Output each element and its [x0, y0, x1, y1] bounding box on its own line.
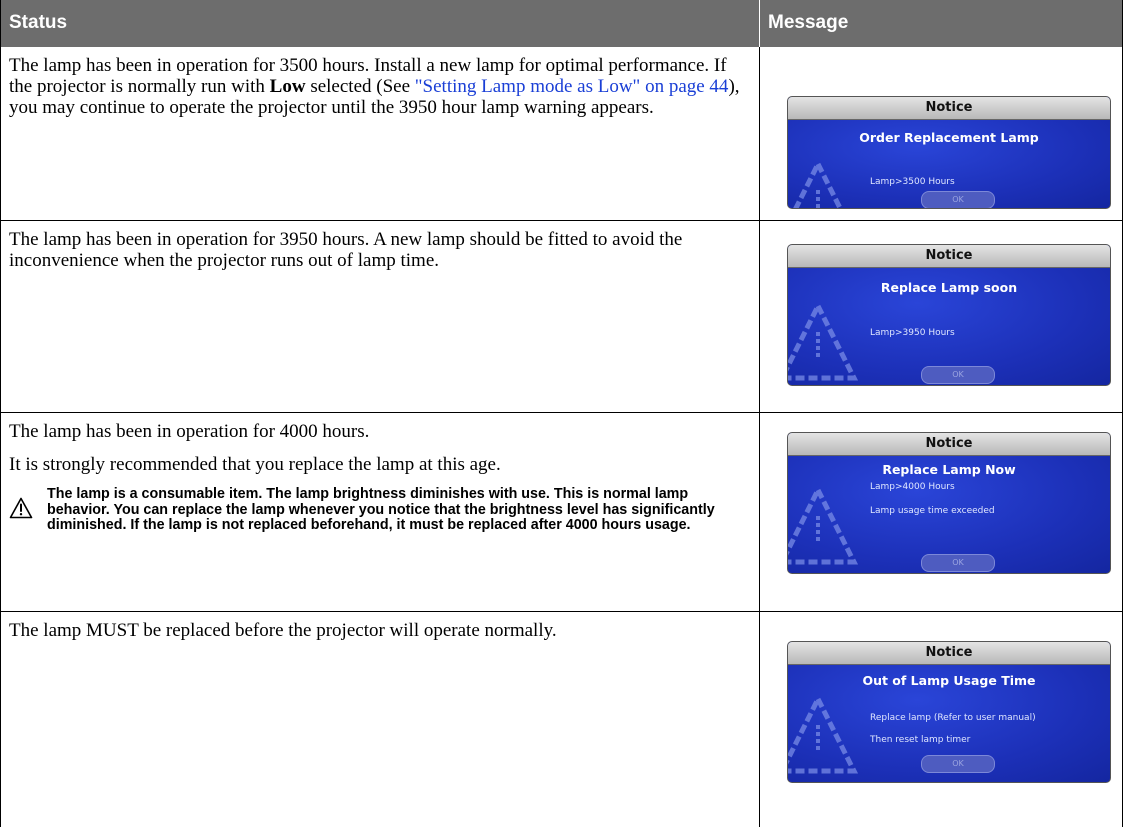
dialog-line: Lamp>3500 Hours: [870, 177, 955, 187]
message-cell: Notice Order Replacement Lamp Lamp>3500 …: [760, 47, 1122, 220]
ok-button[interactable]: OK: [921, 755, 995, 773]
dialog-title: Notice: [788, 642, 1110, 665]
caution-icon: [9, 497, 33, 519]
dialog-title: Notice: [788, 97, 1110, 120]
table-row: The lamp has been in operation for 3950 …: [1, 221, 1122, 413]
status-text: The lamp has been in operation for 3950 …: [9, 229, 683, 271]
warning-text: The lamp is a consumable item. The lamp …: [47, 486, 715, 533]
dialog-heading: Replace Lamp Now: [882, 462, 1016, 477]
warning-triangle-icon: [788, 300, 858, 381]
message-cell: Notice Replace Lamp Now Lamp>4000 Hours …: [760, 413, 1122, 611]
notice-dialog: Notice Replace Lamp Now Lamp>4000 Hours …: [787, 432, 1111, 574]
status-cell: The lamp has been in operation for 4000 …: [1, 413, 760, 611]
ok-button[interactable]: OK: [921, 366, 995, 384]
status-cell: The lamp MUST be replaced before the pro…: [1, 612, 760, 827]
dialog-heading: Out of Lamp Usage Time: [862, 673, 1036, 688]
table-row: The lamp MUST be replaced before the pro…: [1, 612, 1122, 827]
dialog-heading: Replace Lamp soon: [880, 280, 1018, 295]
notice-dialog: Notice Order Replacement Lamp Lamp>3500 …: [787, 96, 1111, 209]
dialog-title: Notice: [788, 245, 1110, 268]
table-row: The lamp has been in operation for 3500 …: [1, 47, 1122, 221]
warning-triangle-icon: [793, 158, 843, 208]
ok-button[interactable]: OK: [921, 191, 995, 208]
dialog-heading: Order Replacement Lamp: [859, 130, 1039, 145]
status-text: The lamp has been in operation for 4000 …: [9, 421, 370, 442]
status-column-header: Status: [1, 0, 760, 47]
notice-dialog: Notice Replace Lamp soon Lamp>3950 Hours…: [787, 244, 1111, 386]
lamp-status-table: Status Message The lamp has been in oper…: [0, 0, 1123, 827]
dialog-title: Notice: [788, 433, 1110, 456]
status-text: The lamp has been in operation for 3500 …: [9, 55, 740, 118]
message-column-header: Message: [768, 12, 849, 33]
dialog-line: Replace lamp (Refer to user manual): [870, 713, 1036, 723]
message-cell: Notice Out of Lamp Usage Time Replace la…: [760, 612, 1122, 827]
warning-triangle-icon: [788, 693, 858, 774]
table-header: Status Message: [1, 0, 1122, 47]
status-cell: The lamp has been in operation for 3950 …: [1, 221, 760, 412]
table-row: The lamp has been in operation for 4000 …: [1, 413, 1122, 612]
page-link[interactable]: "Setting Lamp mode as Low" on page 44: [415, 76, 729, 97]
dialog-line: Lamp usage time exceeded: [870, 506, 995, 516]
dialog-line: Then reset lamp timer: [870, 735, 971, 745]
ok-button[interactable]: OK: [921, 554, 995, 572]
status-text: It is strongly recommended that you repl…: [9, 454, 501, 475]
message-cell: Notice Replace Lamp soon Lamp>3950 Hours…: [760, 221, 1122, 412]
warning-triangle-icon: [788, 484, 858, 565]
warning-note: The lamp is a consumable item. The lamp …: [9, 486, 743, 534]
dialog-line: Lamp>4000 Hours: [870, 482, 955, 492]
status-text: The lamp MUST be replaced before the pro…: [9, 620, 557, 641]
notice-dialog: Notice Out of Lamp Usage Time Replace la…: [787, 641, 1111, 783]
dialog-line: Lamp>3950 Hours: [870, 328, 955, 338]
status-cell: The lamp has been in operation for 3500 …: [1, 47, 760, 220]
